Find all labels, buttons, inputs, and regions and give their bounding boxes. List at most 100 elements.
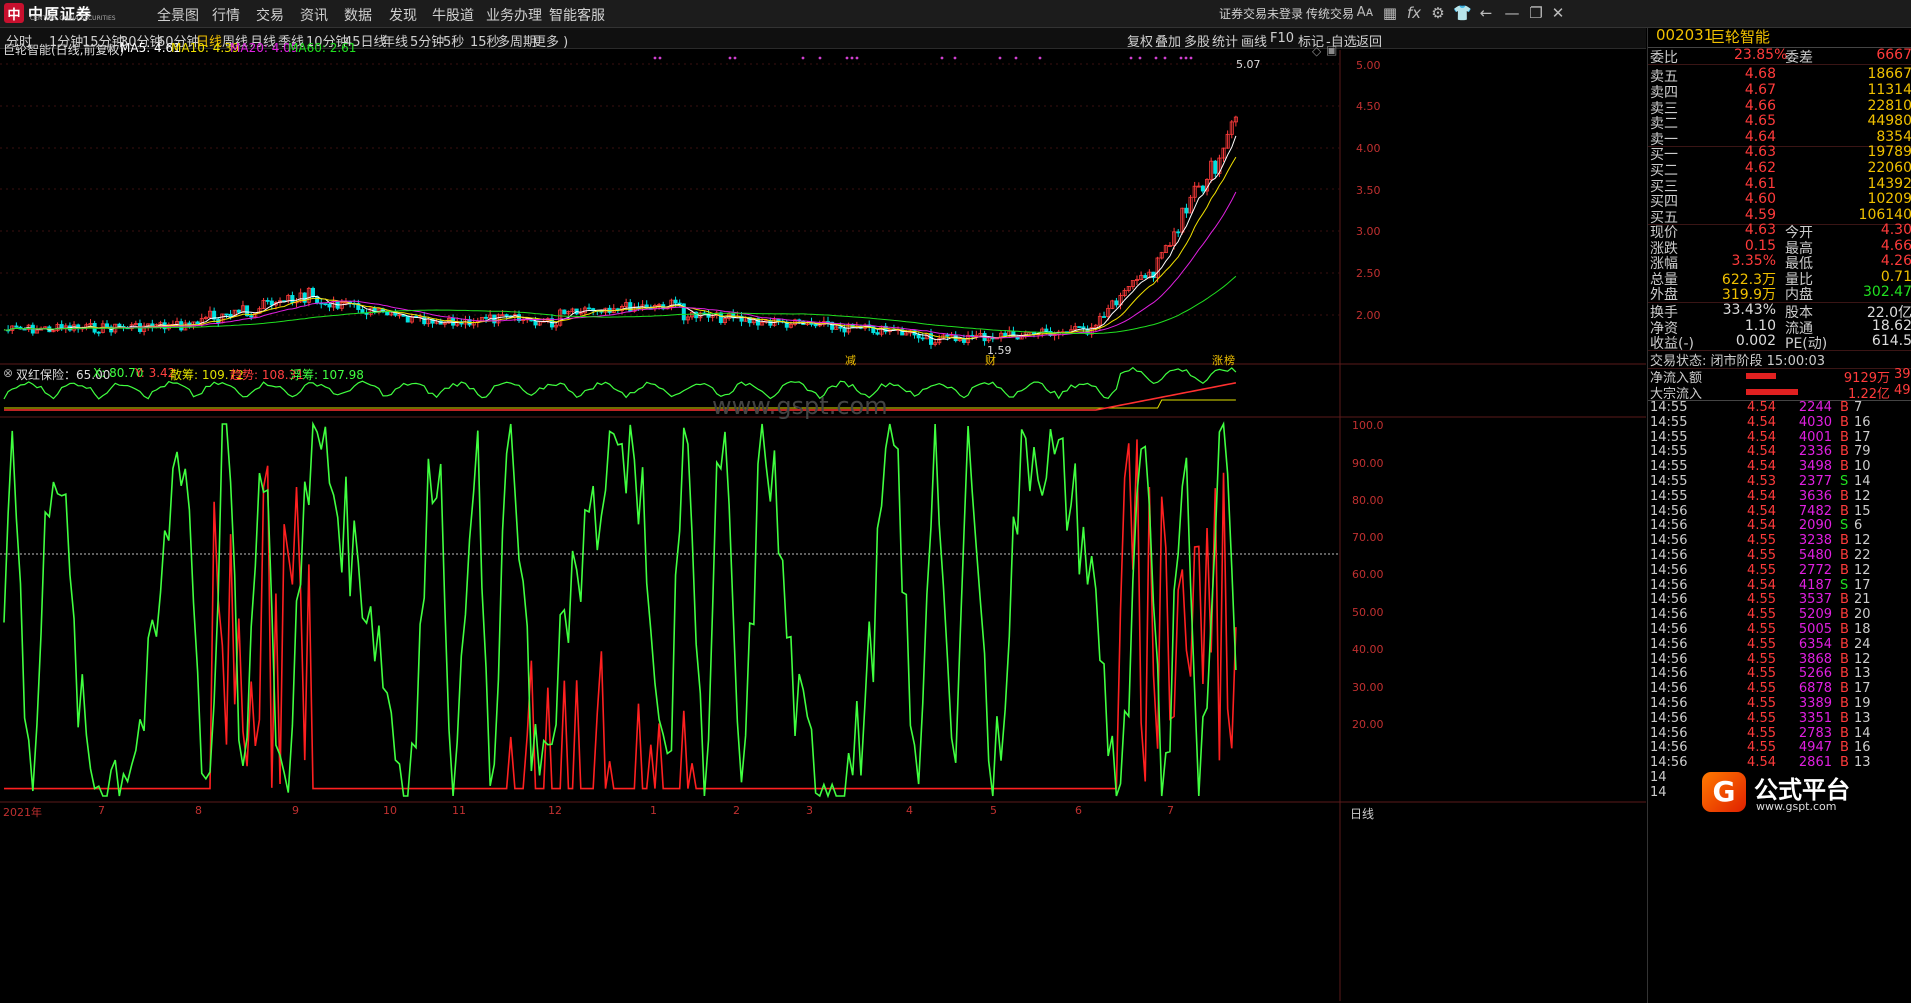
font-size-icon[interactable]: Aᴀ: [1356, 4, 1374, 22]
gspt-badge-url: www.gspt.com: [1756, 800, 1837, 813]
menu-item-data[interactable]: 数据: [344, 5, 372, 25]
tick-price: 4.55: [1747, 740, 1776, 756]
tick-count: 12: [1854, 488, 1871, 504]
shirt-icon[interactable]: 👕: [1453, 4, 1472, 22]
menu-item-panorama[interactable]: 全景图: [157, 5, 199, 25]
candle-body: [265, 300, 270, 302]
event-marker-limit-up[interactable]: 涨: [1212, 352, 1223, 368]
kline-chart-area[interactable]: [0, 50, 1646, 1001]
tick-side: S: [1840, 474, 1849, 489]
event-marker-finance[interactable]: 财: [985, 352, 996, 368]
tick-time: 14:56: [1650, 755, 1688, 771]
tick-volume: 2090: [1798, 518, 1832, 534]
period-5sec[interactable]: 5秒: [443, 31, 464, 50]
sell-level-price: 4.68: [1744, 66, 1776, 82]
signal-dot: [728, 56, 732, 60]
tick-count: 17: [1854, 577, 1871, 593]
menu-item-discover[interactable]: 发现: [389, 5, 417, 25]
period-15sec[interactable]: 15秒: [470, 31, 500, 50]
stat-value: 4.63: [1744, 222, 1776, 238]
tick-price: 4.55: [1747, 725, 1776, 741]
tick-count: 12: [1854, 533, 1871, 549]
signal-dot: [1138, 56, 1142, 60]
buy-level-price: 4.62: [1744, 159, 1776, 176]
period-multi[interactable]: 多周期: [497, 31, 536, 50]
candle-body: [838, 326, 843, 329]
back-arrow-icon[interactable]: ←: [1477, 4, 1495, 22]
chart-expand-icon[interactable]: ◇: [1312, 44, 1321, 58]
tick-price: 4.55: [1747, 562, 1776, 578]
tick-side: B: [1840, 651, 1849, 667]
tool-multistock[interactable]: 多股: [1184, 31, 1210, 50]
formula-icon[interactable]: fx: [1405, 4, 1423, 22]
tick-side: B: [1840, 592, 1849, 608]
time-axis-label: 2: [733, 804, 740, 817]
tick-time: 14: [1650, 784, 1667, 800]
menu-item-quotes[interactable]: 行情: [212, 5, 240, 25]
tool-stats[interactable]: 统计: [1212, 31, 1238, 50]
tick-count: 22: [1854, 548, 1871, 563]
tick-time: 14:56: [1650, 696, 1688, 711]
stat-value: 3.35%: [1731, 253, 1776, 270]
menu-item-news[interactable]: 资讯: [300, 5, 328, 25]
tool-overlay[interactable]: 叠加: [1155, 31, 1181, 50]
trade-mode[interactable]: 传统交易: [1306, 5, 1354, 22]
menu-item-business[interactable]: 业务办理: [486, 5, 542, 25]
signal-dot: [1163, 56, 1167, 60]
chart-window-icon[interactable]: ▣: [1326, 43, 1337, 57]
tick-count: 16: [1854, 414, 1871, 430]
candle-body: [1184, 207, 1189, 214]
tool-return[interactable]: 返回: [1356, 31, 1382, 50]
tick-volume: 4947: [1798, 740, 1832, 756]
menu-item-bull-road[interactable]: 牛股道: [432, 5, 474, 25]
minimize-icon[interactable]: —: [1503, 4, 1521, 22]
candle-body: [236, 309, 241, 313]
tick-count: 12: [1854, 562, 1871, 578]
tool-f10[interactable]: F10: [1270, 31, 1294, 46]
sell-level-volume: 44980: [1867, 113, 1911, 130]
indicator-settings-icon[interactable]: ⊗: [3, 366, 13, 380]
grid-icon[interactable]: ▦: [1381, 4, 1399, 22]
close-icon[interactable]: ✕: [1549, 4, 1567, 22]
tick-price: 4.55: [1747, 548, 1776, 563]
settings-circle-icon[interactable]: ⊗: [106, 41, 116, 55]
gear-icon[interactable]: ⚙: [1429, 4, 1447, 22]
tick-price: 4.55: [1747, 533, 1776, 549]
candle-body: [875, 332, 880, 335]
indicator-axis-tick: 100.0: [1352, 419, 1384, 432]
tick-volume: 6878: [1798, 681, 1832, 697]
tick-count: 17: [1854, 681, 1871, 697]
tool-fuquan[interactable]: 复权: [1127, 31, 1153, 50]
period-5min[interactable]: 5分钟: [410, 31, 444, 50]
menu-item-trade[interactable]: 交易: [256, 5, 284, 25]
candle-body: [224, 313, 229, 316]
sell-level-volume: 11314: [1867, 81, 1911, 98]
tick-side: B: [1840, 755, 1849, 771]
period-yearly[interactable]: 年线: [382, 31, 408, 50]
tick-time: 14:56: [1650, 592, 1688, 608]
tick-price: 4.54: [1747, 414, 1776, 430]
event-marker-list[interactable]: 榜: [1224, 352, 1235, 368]
time-axis-label: 6: [1075, 804, 1082, 817]
price-axis-tick: 2.50: [1356, 267, 1381, 280]
restore-icon[interactable]: ❐: [1527, 4, 1545, 22]
time-axis-label: 8: [195, 804, 202, 817]
tick-count: 14: [1854, 725, 1871, 741]
stat-value: 302.47: [1863, 284, 1911, 301]
candle-body: [673, 299, 678, 304]
event-marker-reduce[interactable]: 减: [845, 352, 856, 368]
signal-dot: [845, 56, 849, 60]
tick-price: 4.55: [1747, 666, 1776, 682]
candle-body: [718, 312, 723, 323]
tick-side: B: [1840, 725, 1849, 741]
login-status[interactable]: 证券交易未登录: [1219, 5, 1303, 22]
menu-item-service[interactable]: 智能客服: [549, 5, 605, 25]
tick-price: 4.55: [1747, 710, 1776, 726]
time-axis-period[interactable]: 日线: [1350, 805, 1374, 822]
tick-time: 14:56: [1650, 740, 1688, 756]
candle-body: [677, 302, 682, 305]
period-more[interactable]: 更多 ): [533, 31, 568, 50]
tool-draw[interactable]: 画线: [1241, 31, 1267, 50]
stock-code: 002031: [1656, 26, 1714, 44]
tick-price: 4.55: [1747, 651, 1776, 667]
